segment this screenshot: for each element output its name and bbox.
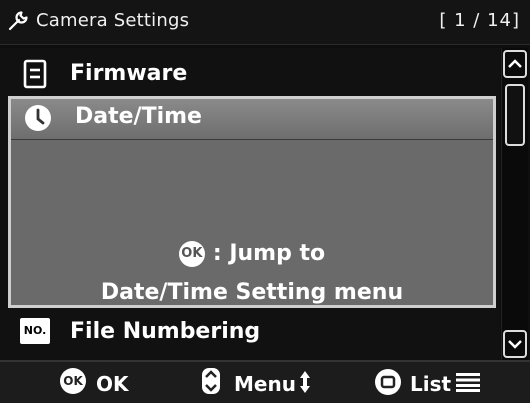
page-indicator: [ 1 / 14] xyxy=(439,10,520,31)
document-icon xyxy=(23,59,47,89)
menu-item-label: Firmware xyxy=(70,61,188,86)
camera-settings-screen: Camera Settings [ 1 / 14] Firmware Date/… xyxy=(0,0,530,403)
info-line-target: Date/Time Setting menu xyxy=(100,280,404,305)
footer-menu-hint[interactable]: Menu xyxy=(200,368,340,398)
footer-list-label: List xyxy=(410,372,452,396)
footer-help-bar: OK OK Menu List xyxy=(0,360,530,403)
ok-button-icon: OK xyxy=(60,368,86,394)
scroll-up-button[interactable] xyxy=(503,50,527,78)
scroll-thumb[interactable] xyxy=(505,84,525,146)
footer-menu-label: Menu xyxy=(234,372,296,396)
no-icon: NO. xyxy=(20,318,50,344)
info-jump-text: : Jump to xyxy=(212,241,326,266)
chevron-down-icon xyxy=(508,340,522,349)
footer-ok-label: OK xyxy=(96,372,129,396)
list-lines-icon xyxy=(456,373,480,392)
scrollbar[interactable] xyxy=(501,48,528,360)
menu-item-firmware[interactable]: Firmware xyxy=(0,52,500,96)
selected-item-info: OK : Jump to Date/Time Setting menu xyxy=(11,143,493,305)
scroll-down-button[interactable] xyxy=(503,330,527,358)
selected-item-bar: Date/Time xyxy=(11,99,493,140)
settings-menu-list: Firmware Date/Time OK : Jump to Date/Time… xyxy=(0,48,500,360)
wrench-icon xyxy=(8,11,28,31)
scroll-dial-icon xyxy=(202,368,220,394)
up-down-arrow-icon xyxy=(300,371,310,393)
info-line-jump: OK : Jump to xyxy=(11,241,493,267)
menu-item-label: File Numbering xyxy=(70,319,261,344)
footer-list-hint[interactable]: List xyxy=(374,368,494,398)
footer-ok-hint[interactable]: OK OK xyxy=(60,368,180,398)
chevron-up-icon xyxy=(508,59,522,68)
menu-item-label: Date/Time xyxy=(75,104,202,129)
ok-button-icon: OK xyxy=(178,241,205,267)
clock-icon xyxy=(25,105,51,131)
menu-item-datetime-selected[interactable]: Date/Time OK : Jump to Date/Time Setting … xyxy=(8,96,496,308)
header-bar: Camera Settings [ 1 / 14] xyxy=(0,0,530,45)
list-button-icon xyxy=(375,369,401,395)
menu-item-file-numbering[interactable]: NO. File Numbering xyxy=(0,310,500,354)
header-title: Camera Settings xyxy=(36,10,190,31)
